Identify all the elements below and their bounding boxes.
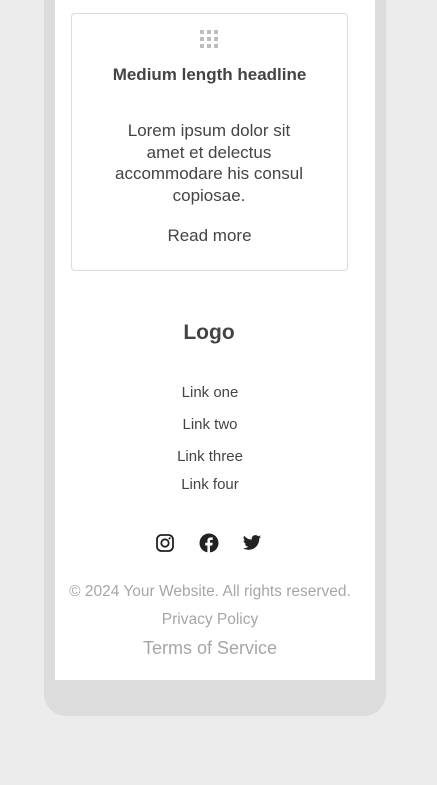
footer-link-one[interactable]: Link one: [55, 383, 365, 403]
twitter-icon[interactable]: [242, 533, 262, 553]
footer-link-two[interactable]: Link two: [55, 415, 365, 435]
feature-card: Medium length headline Lorem ipsum dolor…: [71, 13, 348, 271]
card-description: Lorem ipsum dolor sit amet et delectus a…: [114, 121, 304, 205]
footer-link-three[interactable]: Link three: [55, 447, 365, 467]
footer-link-four[interactable]: Link four: [55, 475, 365, 495]
copyright-text: © 2024 Your Website. All rights reserved…: [69, 583, 351, 600]
card-title: Medium length headline: [112, 65, 307, 84]
privacy-policy-link[interactable]: Privacy Policy: [55, 610, 365, 630]
screen: Medium length headline Lorem ipsum dolor…: [55, 0, 375, 680]
facebook-icon[interactable]: [199, 533, 219, 553]
device-frame: Medium length headline Lorem ipsum dolor…: [44, 0, 386, 716]
footer-logo[interactable]: Logo: [55, 319, 363, 347]
grid-icon: [200, 30, 218, 48]
instagram-icon[interactable]: [155, 533, 175, 553]
terms-of-service-link[interactable]: Terms of Service: [55, 637, 365, 659]
read-more-link[interactable]: Read more: [132, 225, 287, 247]
